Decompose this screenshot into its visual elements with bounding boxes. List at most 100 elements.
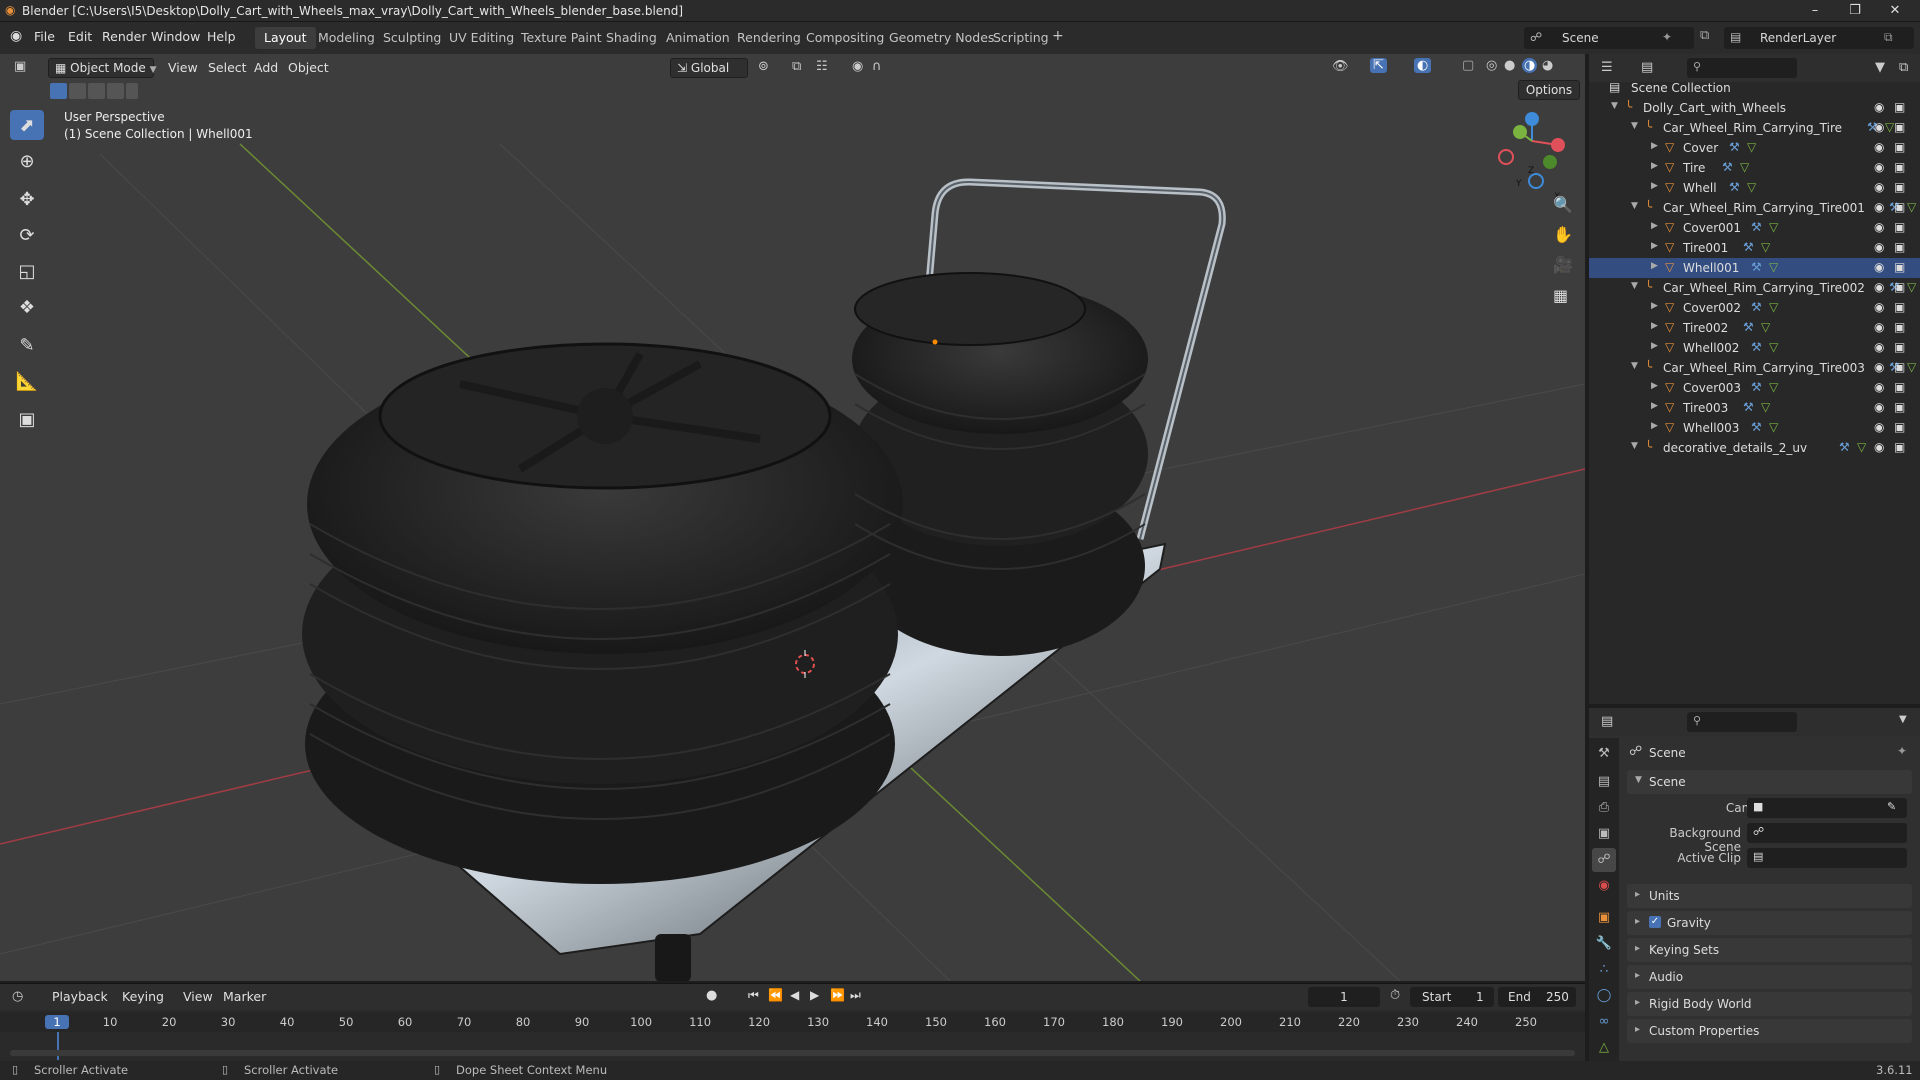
menu-help[interactable]: Help xyxy=(207,29,236,44)
outliner-row[interactable]: ▼ ╰ Dolly_Cart_with_Wheels ◉ ▣ xyxy=(1589,98,1920,118)
outliner-row[interactable]: ▼ ╰ decorative_details_2_uv ⚒ ▽ ◉ ▣ xyxy=(1589,438,1920,458)
scale-tool[interactable]: ◱ xyxy=(10,256,44,286)
transform-orientation-dropdown[interactable]: ⇲ Global xyxy=(670,58,748,78)
tab-compositing[interactable]: Compositing xyxy=(797,27,893,49)
chevron-down-icon[interactable]: ▼ xyxy=(1899,714,1907,725)
viewport-menu-view[interactable]: View xyxy=(168,60,198,75)
render-camera-icon[interactable]: ▣ xyxy=(1894,160,1905,174)
expand-right-icon[interactable]: ▶ xyxy=(1651,421,1658,431)
render-camera-icon[interactable]: ▣ xyxy=(1894,360,1905,374)
render-camera-icon[interactable]: ▣ xyxy=(1894,220,1905,234)
render-camera-icon[interactable]: ▣ xyxy=(1894,400,1905,414)
eye-icon[interactable]: ◉ xyxy=(1874,220,1884,234)
menu-edit[interactable]: Edit xyxy=(68,29,92,44)
outliner-row[interactable]: ▶ ▽ Tire ⚒ ▽ ◉ ▣ xyxy=(1589,158,1920,178)
select-intersect-icon[interactable] xyxy=(126,83,138,99)
transform-tool[interactable]: ❖ xyxy=(10,292,44,322)
end-frame-field[interactable]: End 250 xyxy=(1498,987,1576,1007)
new-collection-icon[interactable]: ⧉ xyxy=(1899,60,1908,75)
snap-icon[interactable]: ⧉ xyxy=(792,59,801,74)
render-camera-icon[interactable]: ▣ xyxy=(1894,240,1905,254)
rendered-shading-icon[interactable]: ◕ xyxy=(1542,58,1553,73)
wireframe-shading-icon[interactable]: ◎ xyxy=(1486,58,1497,73)
menu-window[interactable]: Window xyxy=(151,29,200,44)
eye-icon[interactable]: ◉ xyxy=(1874,380,1884,394)
new-view-layer-icon[interactable]: ⧉ xyxy=(1884,30,1893,45)
outliner-row[interactable]: ▶ ▽ Whell001 ⚒ ▽ ◉ ▣ xyxy=(1589,258,1920,278)
expand-right-icon[interactable]: ▶ xyxy=(1651,321,1658,331)
render-camera-icon[interactable]: ▣ xyxy=(1894,180,1905,194)
current-frame-field[interactable]: 1 xyxy=(1308,987,1380,1007)
render-camera-icon[interactable]: ▣ xyxy=(1894,120,1905,134)
eye-icon[interactable]: ◉ xyxy=(1874,300,1884,314)
expand-right-icon[interactable]: ▶ xyxy=(1651,381,1658,391)
outliner-row[interactable]: ▼ ╰ Car_Wheel_Rim_Carrying_Tire001 ⚒ ▽ ◉ ▣ xyxy=(1589,198,1920,218)
move-tool[interactable]: ✥ xyxy=(10,184,44,214)
viewport-menu-object[interactable]: Object xyxy=(288,60,329,75)
expand-right-icon[interactable]: ▶ xyxy=(1651,241,1658,251)
pin-icon[interactable]: ✦ xyxy=(1897,744,1907,758)
scene-panel-header[interactable]: ▼ Scene xyxy=(1627,770,1912,794)
mode-dropdown[interactable]: ▦ Object Mode ▼ xyxy=(48,58,157,78)
outliner-row[interactable]: ▶ ▽ Cover ⚒ ▽ ◉ ▣ xyxy=(1589,138,1920,158)
options-dropdown[interactable]: Options xyxy=(1518,80,1580,100)
timeline-menu-view[interactable]: View xyxy=(183,989,213,1004)
jump-start-icon[interactable]: ⏮ xyxy=(748,988,759,1003)
render-camera-icon[interactable]: ▣ xyxy=(1894,140,1905,154)
rotate-tool[interactable]: ⟳ xyxy=(10,220,44,250)
units-panel-header[interactable]: ▸ Units xyxy=(1627,884,1912,908)
expand-right-icon[interactable]: ▶ xyxy=(1651,161,1658,171)
tab-output[interactable]: ⎙ xyxy=(1592,796,1616,820)
timeline-menu-playback[interactable]: Playback xyxy=(52,989,108,1004)
new-scene-icon[interactable]: ⧉ xyxy=(1700,28,1709,43)
expand-right-icon[interactable]: ▶ xyxy=(1651,221,1658,231)
render-camera-icon[interactable]: ▣ xyxy=(1894,300,1905,314)
keying-sets-panel-header[interactable]: ▸ Keying Sets xyxy=(1627,938,1912,962)
frame-ruler[interactable]: 1 10 20 30 40 50 60 70 80 90 100 110 120 130 140 150 160… xyxy=(0,1012,1585,1032)
outliner-row[interactable]: ▶ ▽ Whell ⚒ ▽ ◉ ▣ xyxy=(1589,178,1920,198)
audio-panel-header[interactable]: ▸ Audio xyxy=(1627,965,1912,989)
tab-shading[interactable]: Shading xyxy=(597,27,666,49)
eye-icon[interactable]: ◉ xyxy=(1874,240,1884,254)
filter-icon[interactable]: ▼ xyxy=(1875,60,1885,75)
background-scene-field[interactable]: ☍ xyxy=(1747,823,1907,843)
outliner-row[interactable]: ▶ ▽ Whell003 ⚒ ▽ ◉ ▣ xyxy=(1589,418,1920,438)
next-keyframe-icon[interactable]: ⏩ xyxy=(830,988,845,1002)
menu-render[interactable]: Render xyxy=(102,29,147,44)
jump-end-icon[interactable]: ⏭ xyxy=(850,988,861,1003)
scene-selector[interactable]: ☍ Scene ✦ xyxy=(1524,27,1694,49)
eye-icon[interactable]: ◉ xyxy=(1874,200,1884,214)
view-layer-selector[interactable]: ▤ RenderLayer ⧉ xyxy=(1724,27,1914,49)
eye-icon[interactable]: ◉ xyxy=(1874,360,1884,374)
restore-button[interactable]: ❐ xyxy=(1835,2,1875,20)
eyedropper-icon[interactable]: ✎ xyxy=(1887,800,1896,813)
tab-modifiers[interactable]: 🔧 xyxy=(1592,932,1616,956)
expand-right-icon[interactable]: ▶ xyxy=(1651,261,1658,271)
outliner-row[interactable]: ▶ ▽ Tire003 ⚒ ▽ ◉ ▣ xyxy=(1589,398,1920,418)
outliner-row[interactable]: ▶ ▽ Tire001 ⚒ ▽ ◉ ▣ xyxy=(1589,238,1920,258)
overlay-toggle-icon[interactable]: ◐ xyxy=(1414,58,1432,73)
tab-particles[interactable]: ∴ xyxy=(1592,958,1616,982)
render-camera-icon[interactable]: ▣ xyxy=(1894,100,1905,114)
custom-properties-panel-header[interactable]: ▸ Custom Properties xyxy=(1627,1019,1912,1043)
select-box-tool[interactable]: ⬈ xyxy=(10,110,44,140)
gizmo-y-label[interactable]: Y xyxy=(1516,179,1522,189)
tab-modeling[interactable]: Modeling xyxy=(309,27,384,49)
eye-icon[interactable]: ◉ xyxy=(1874,320,1884,334)
render-camera-icon[interactable]: ▣ xyxy=(1894,200,1905,214)
zoom-icon[interactable]: 🔍 xyxy=(1553,195,1573,214)
tab-view-layer[interactable]: ▣ xyxy=(1592,822,1616,846)
outliner-search-input[interactable]: ⚲ xyxy=(1687,58,1797,78)
timeline-editor-icon[interactable]: ◷ xyxy=(12,989,23,1004)
tab-sculpting[interactable]: Sculpting xyxy=(374,27,450,49)
tab-world[interactable]: ◉ xyxy=(1592,874,1616,898)
editor-type-icon[interactable]: ▣ xyxy=(14,59,26,74)
expand-down-icon[interactable]: ▼ xyxy=(1611,101,1618,111)
render-camera-icon[interactable]: ▣ xyxy=(1894,260,1905,274)
expand-right-icon[interactable]: ▶ xyxy=(1651,181,1658,191)
expand-down-icon[interactable]: ▼ xyxy=(1631,441,1638,451)
eye-icon[interactable]: ◉ xyxy=(1874,260,1884,274)
outliner-row[interactable]: ▶ ▽ Whell002 ⚒ ▽ ◉ ▣ xyxy=(1589,338,1920,358)
3d-viewport[interactable]: Z X Y ▣ ▦ Object Mode ▼ View Select Add … xyxy=(0,54,1585,981)
properties-editor-icon[interactable]: ▤ xyxy=(1601,714,1613,729)
